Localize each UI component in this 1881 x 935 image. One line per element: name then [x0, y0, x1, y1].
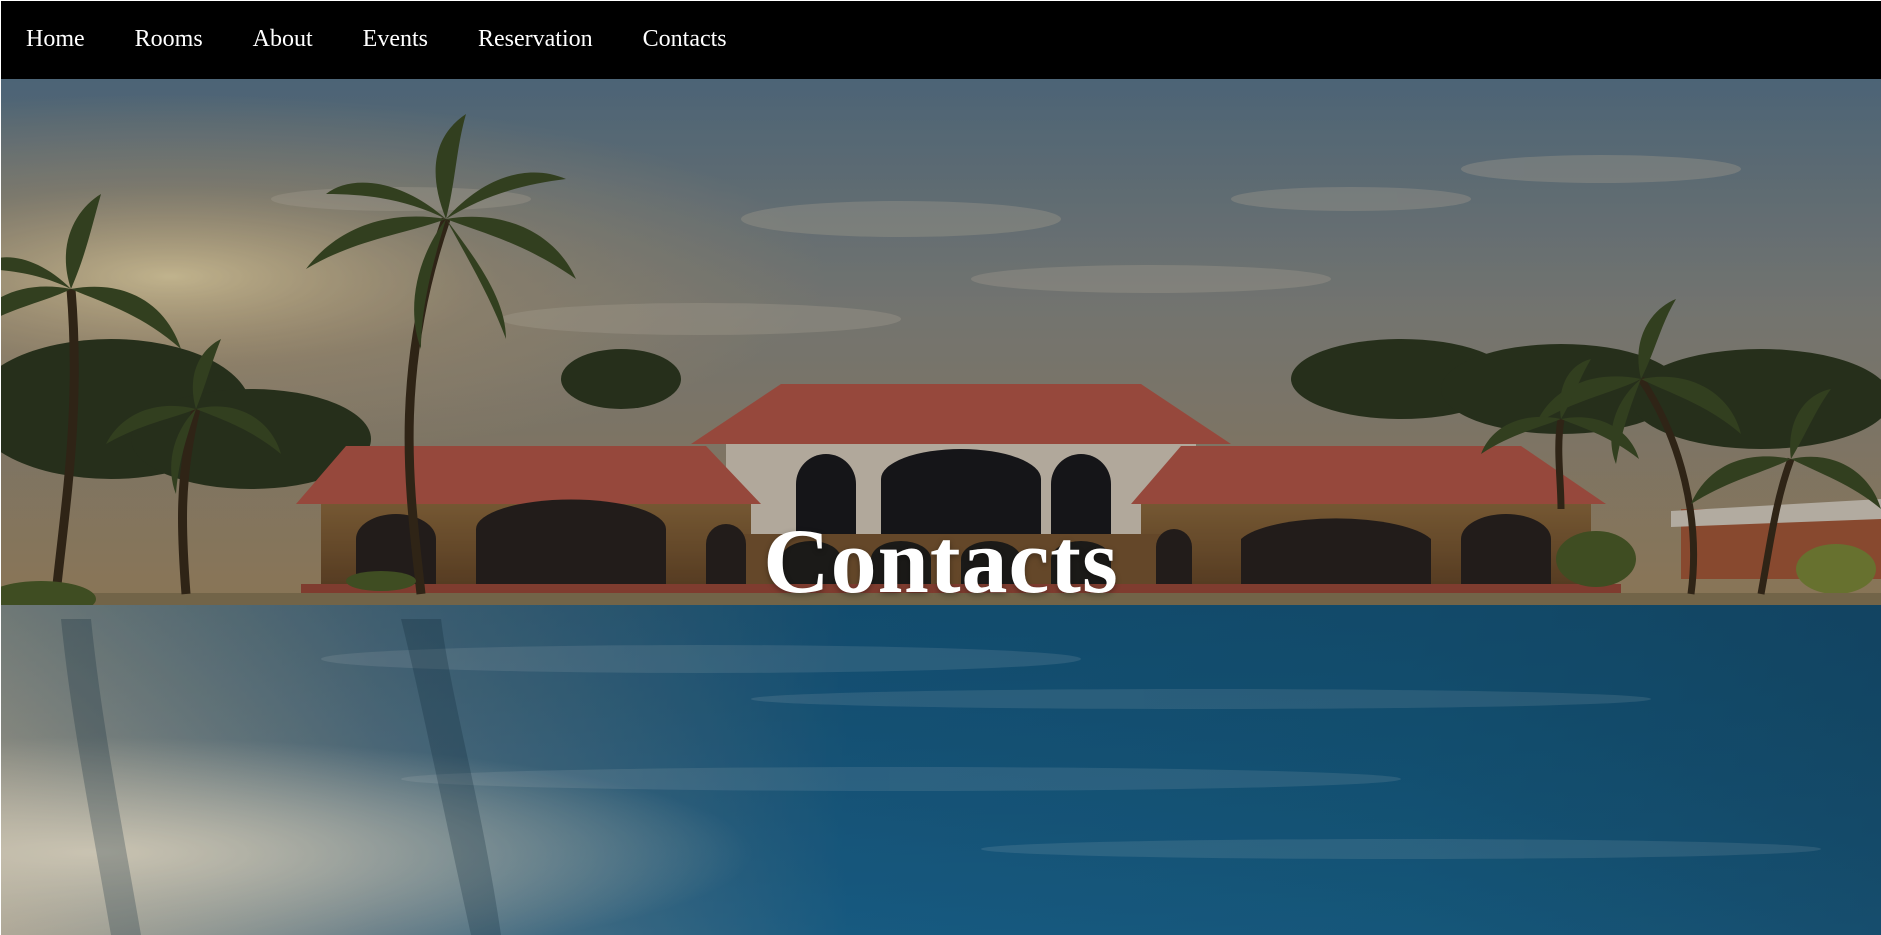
nav-item-reservation[interactable]: Reservation: [478, 27, 593, 53]
nav-item-rooms[interactable]: Rooms: [135, 27, 203, 53]
hero-background-image: [1, 79, 1881, 935]
page: Home Rooms About Events Reservation Cont…: [1, 0, 1881, 935]
hero-banner: Contacts: [1, 79, 1881, 935]
page-title: Contacts: [763, 509, 1119, 612]
nav-item-about[interactable]: About: [253, 27, 313, 53]
nav-item-events[interactable]: Events: [363, 27, 428, 53]
top-navbar: Home Rooms About Events Reservation Cont…: [1, 1, 1881, 79]
nav-list: Home Rooms About Events Reservation Cont…: [1, 1, 777, 79]
nav-item-contacts[interactable]: Contacts: [643, 27, 727, 53]
nav-item-home[interactable]: Home: [26, 27, 85, 53]
